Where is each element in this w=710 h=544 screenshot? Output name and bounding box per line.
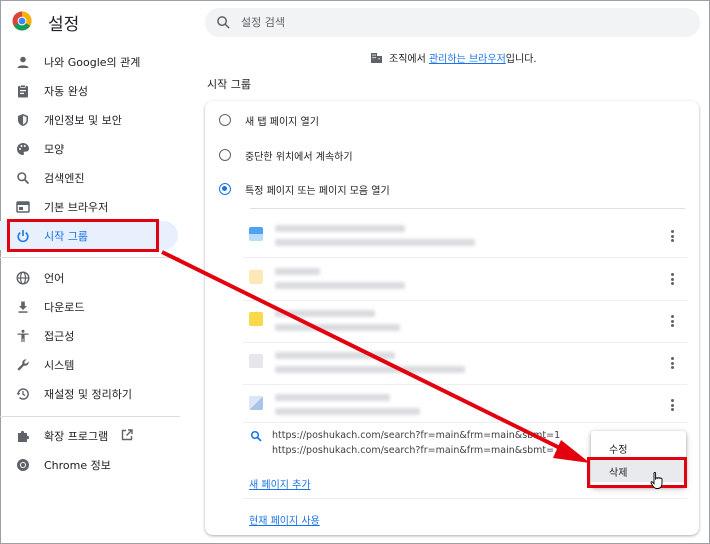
sidebar-item-label: 시스템 (44, 358, 75, 372)
radio-label: 특정 페이지 또는 페이지 모음 열기 (245, 185, 390, 197)
app-title: 설정 (48, 15, 80, 35)
managed-suffix: 입니다. (505, 54, 537, 65)
blurred-url (275, 282, 405, 289)
sidebar-item-label: 확장 프로그램 (44, 429, 109, 443)
startup-page-row (243, 342, 693, 384)
startup-page-row (243, 258, 693, 300)
row-divider (243, 422, 687, 423)
sidebar-item-you-and-google[interactable]: 나와 Google의 관계 (0, 47, 178, 76)
sidebar-item-label: 검색엔진 (44, 171, 85, 185)
row-divider (243, 498, 687, 499)
search-icon (217, 16, 230, 29)
chrome-logo-icon (12, 11, 32, 31)
blurred-title (275, 310, 375, 317)
favicon (249, 227, 263, 241)
settings-search[interactable] (205, 8, 700, 37)
more-actions-button[interactable] (667, 228, 677, 244)
favicon (249, 354, 263, 368)
sidebar-item-label: 언어 (44, 271, 65, 285)
sidebar-item-extensions[interactable]: 확장 프로그램 (0, 421, 178, 450)
annotation-highlight-startup (7, 219, 159, 252)
puzzle-icon (16, 429, 30, 443)
sidebar-divider (0, 257, 180, 258)
wrench-icon (16, 358, 30, 372)
section-title: 시작 그룹 (207, 78, 251, 91)
radio-button[interactable] (219, 149, 231, 161)
sidebar-item-default-browser[interactable]: 기본 브라우저 (0, 192, 178, 221)
radio-button[interactable] (219, 114, 231, 126)
more-actions-button[interactable] (667, 397, 677, 413)
startup-page-row (243, 215, 693, 257)
startup-page-row (243, 384, 693, 426)
sidebar-divider (0, 416, 180, 417)
history-icon (16, 387, 30, 401)
sidebar-item-label: Chrome 정보 (44, 458, 111, 472)
managed-browser-notice: 조직에서 관리하는 브라우저입니다. (370, 50, 537, 65)
sidebar-item-label: 기본 브라우저 (44, 200, 109, 214)
more-actions-button[interactable] (667, 355, 677, 371)
person-icon (16, 55, 30, 69)
blurred-url (275, 366, 465, 373)
sidebar-item-autofill[interactable]: 자동 완성 (0, 76, 178, 105)
chrome-icon (16, 458, 30, 472)
search-input[interactable] (241, 12, 681, 33)
sidebar-item-label: 개인정보 및 보안 (44, 113, 122, 127)
clipboard-icon (16, 84, 30, 98)
startup-page-row (243, 300, 693, 342)
card-divider (250, 208, 685, 209)
radio-button-checked[interactable] (219, 183, 231, 195)
page-url: https://poshukach.com/search?fr=main&frm… (272, 445, 561, 456)
more-actions-button[interactable] (667, 313, 677, 329)
shield-icon (16, 113, 30, 127)
search-icon (250, 430, 262, 442)
palette-icon (16, 142, 30, 156)
radio-label: 중단한 위치에서 계속하기 (245, 151, 353, 163)
building-icon (371, 53, 382, 63)
blurred-title (275, 225, 405, 232)
managed-browser-link[interactable]: 관리하는 브라우저 (429, 54, 506, 65)
add-new-page-link[interactable]: 새 페이지 추가 (249, 476, 311, 491)
radio-new-tab[interactable]: 새 탭 페이지 열기 (219, 110, 319, 130)
sidebar-item-label: 자동 완성 (44, 84, 88, 98)
blurred-title (275, 394, 390, 401)
sidebar-item-languages[interactable]: 언어 (0, 263, 178, 292)
accessibility-icon (16, 329, 30, 343)
radio-continue[interactable]: 중단한 위치에서 계속하기 (219, 145, 353, 165)
sidebar-item-appearance[interactable]: 모양 (0, 134, 178, 163)
page-url: https://poshukach.com/search?fr=main&frm… (272, 430, 561, 441)
annotation-highlight-delete (587, 457, 687, 488)
sidebar-item-search-engine[interactable]: 검색엔진 (0, 163, 178, 192)
blurred-url (275, 239, 475, 246)
sidebar-item-label: 다운로드 (44, 300, 85, 314)
sidebar-item-label: 재설정 및 정리하기 (44, 387, 132, 401)
favicon (249, 396, 263, 410)
download-icon (16, 300, 30, 314)
hand-cursor-icon (650, 472, 663, 489)
favicon (249, 270, 263, 284)
sidebar-item-system[interactable]: 시스템 (0, 350, 178, 379)
open-in-new-icon (121, 429, 133, 444)
sidebar-item-label: 접근성 (44, 329, 75, 343)
globe-icon (16, 270, 30, 285)
blurred-title (275, 268, 320, 275)
blurred-title (275, 352, 395, 359)
radio-label: 새 탭 페이지 열기 (245, 116, 319, 128)
sidebar-item-label: 모양 (44, 142, 65, 156)
managed-prefix: 조직에서 (389, 54, 429, 65)
more-actions-button[interactable] (667, 271, 677, 287)
blurred-url (275, 408, 420, 415)
sidebar-item-privacy[interactable]: 개인정보 및 보안 (0, 105, 178, 134)
sidebar-item-downloads[interactable]: 다운로드 (0, 292, 178, 321)
favicon (249, 312, 263, 326)
blurred-url (275, 324, 400, 331)
menu-item-edit[interactable]: 수정 (591, 437, 686, 459)
sidebar-item-label: 나와 Google의 관계 (44, 55, 141, 69)
sidebar-item-about-chrome[interactable]: Chrome 정보 (0, 450, 178, 479)
browser-icon (16, 200, 30, 214)
search-icon (16, 171, 30, 185)
sidebar-item-accessibility[interactable]: 접근성 (0, 321, 178, 350)
sidebar-item-reset[interactable]: 재설정 및 정리하기 (0, 379, 178, 408)
use-current-pages-link[interactable]: 현재 페이지 사용 (249, 512, 320, 527)
radio-specific-pages[interactable]: 특정 페이지 또는 페이지 모음 열기 (219, 179, 390, 199)
